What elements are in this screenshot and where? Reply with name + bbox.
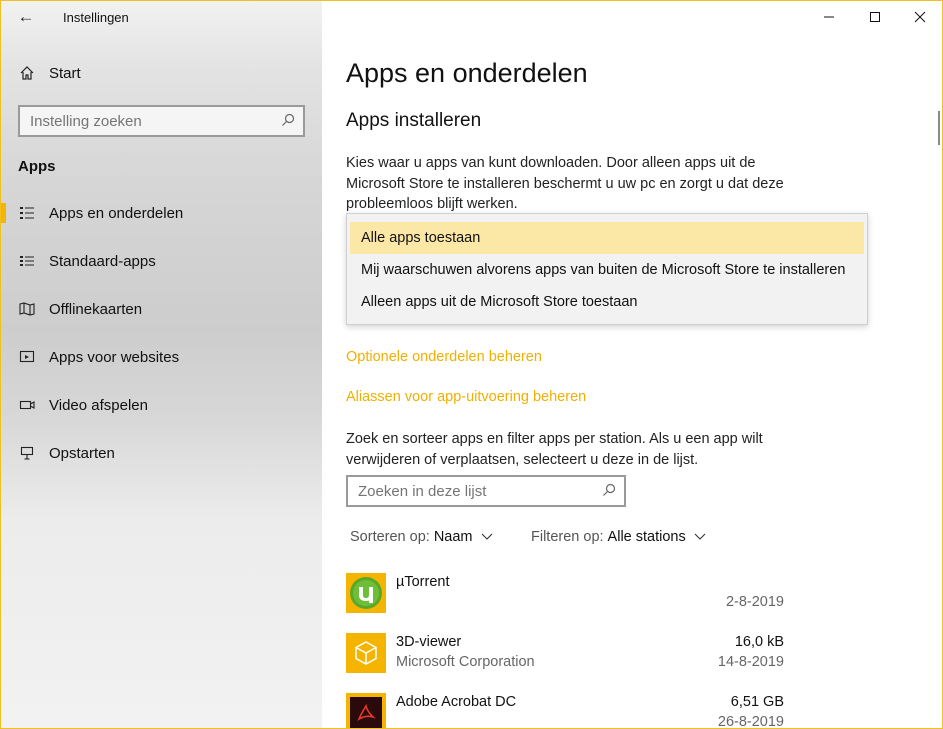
filter-dropdown[interactable]: Filteren op: Alle stations xyxy=(531,529,706,545)
app-install-date: 14-8-2019 xyxy=(717,654,784,670)
app-install-date: 2-8-2019 xyxy=(725,594,784,610)
maximize-icon xyxy=(870,12,880,22)
video-icon xyxy=(18,396,36,414)
sidebar-item-label: Apps en onderdelen xyxy=(49,204,184,222)
app-name: 3D-viewer xyxy=(396,634,462,650)
section-title-apps: Apps xyxy=(18,158,56,175)
close-icon xyxy=(914,11,926,23)
map-icon xyxy=(18,300,36,318)
minimize-icon xyxy=(824,16,834,18)
app-size: 16,0 kB xyxy=(734,634,784,650)
app-execution-aliases-link[interactable]: Aliassen voor app-uitvoering beheren xyxy=(346,389,586,405)
sidebar-item-default-apps[interactable]: Standaard-apps xyxy=(1,241,322,281)
app-list-item[interactable]: µTorrent 2-8-2019 xyxy=(346,573,786,633)
optional-features-link[interactable]: Optionele onderdelen beheren xyxy=(346,349,542,365)
dropdown-option-allow-all[interactable]: Alle apps toestaan xyxy=(350,222,864,254)
sidebar-item-label: Opstarten xyxy=(49,444,115,462)
install-source-dropdown[interactable]: Alle apps toestaan Mij waarschuwen alvor… xyxy=(346,213,868,325)
sidebar-item-label: Offlinekaarten xyxy=(49,300,143,318)
settings-search-input[interactable] xyxy=(20,112,270,130)
startup-icon xyxy=(18,444,36,462)
default-apps-icon xyxy=(18,252,36,270)
app-list-search-input[interactable] xyxy=(348,482,588,500)
app-name: µTorrent xyxy=(396,574,450,590)
maximize-button[interactable] xyxy=(852,1,898,33)
back-button[interactable]: ← xyxy=(11,4,41,30)
app-list-item[interactable]: Adobe Acrobat DC 6,51 GB 26-8-2019 xyxy=(346,693,786,729)
app-publisher: Microsoft Corporation xyxy=(396,654,535,670)
home-icon xyxy=(18,64,36,82)
sidebar: ← Instellingen Start Apps Apps en onderd… xyxy=(1,1,322,728)
dropdown-option-store-only[interactable]: Alleen apps uit de Microsoft Store toest… xyxy=(350,286,864,318)
install-section-title: Apps installeren xyxy=(346,110,482,131)
sidebar-item-label: Video afspelen xyxy=(49,396,148,414)
close-button[interactable] xyxy=(897,1,942,33)
sidebar-item-apps-websites[interactable]: Apps voor websites xyxy=(1,337,322,377)
app-title: Instellingen xyxy=(63,10,129,25)
chevron-down-icon xyxy=(481,533,492,540)
sort-value: Naam xyxy=(433,529,473,545)
sort-dropdown[interactable]: Sorteren op: Naam xyxy=(350,529,493,545)
filter-label: Filteren op: xyxy=(531,529,604,545)
app-install-date: 26-8-2019 xyxy=(717,714,784,729)
page-title: Apps en onderdelen xyxy=(346,58,588,88)
adobe-acrobat-icon xyxy=(346,693,386,728)
sidebar-item-apps-features[interactable]: Apps en onderdelen xyxy=(1,193,322,233)
install-description: Kies waar u apps van kunt downloaden. Do… xyxy=(346,155,784,212)
app-list-item[interactable]: 3D-viewer Microsoft Corporation 16,0 kB … xyxy=(346,633,786,693)
utorrent-icon xyxy=(346,573,386,613)
sort-label: Sorteren op: xyxy=(350,529,430,545)
chevron-down-icon xyxy=(694,533,706,540)
sidebar-item-offline-maps[interactable]: Offlinekaarten xyxy=(1,289,322,329)
arrow-left-icon: ← xyxy=(17,7,35,26)
sidebar-item-label: Standaard-apps xyxy=(49,252,156,270)
sidebar-item-label: Apps voor websites xyxy=(49,348,180,366)
sidebar-item-video-playback[interactable]: Video afspelen xyxy=(1,385,322,425)
minimize-button[interactable] xyxy=(806,1,852,33)
3d-viewer-icon xyxy=(346,633,386,673)
search-icon xyxy=(602,483,616,497)
search-icon xyxy=(281,113,295,127)
scrollbar-thumb[interactable] xyxy=(938,111,940,145)
app-size: 6,51 GB xyxy=(730,694,784,710)
app-list-search-box[interactable] xyxy=(346,475,626,507)
list-description: Zoek en sorteer apps en filter apps per … xyxy=(346,431,763,468)
app-name: Adobe Acrobat DC xyxy=(396,694,517,710)
settings-window: ← Instellingen Start Apps Apps en onderd… xyxy=(0,0,943,729)
sidebar-item-label: Start xyxy=(49,64,81,82)
apps-features-icon xyxy=(18,204,36,222)
sidebar-item-start[interactable]: Start xyxy=(1,53,322,93)
dropdown-option-warn[interactable]: Mij waarschuwen alvorens apps van buiten… xyxy=(350,254,864,286)
settings-search-box[interactable] xyxy=(18,105,305,137)
web-apps-icon xyxy=(18,348,36,366)
filter-value: Alle stations xyxy=(607,529,686,545)
sidebar-item-startup[interactable]: Opstarten xyxy=(1,433,322,473)
